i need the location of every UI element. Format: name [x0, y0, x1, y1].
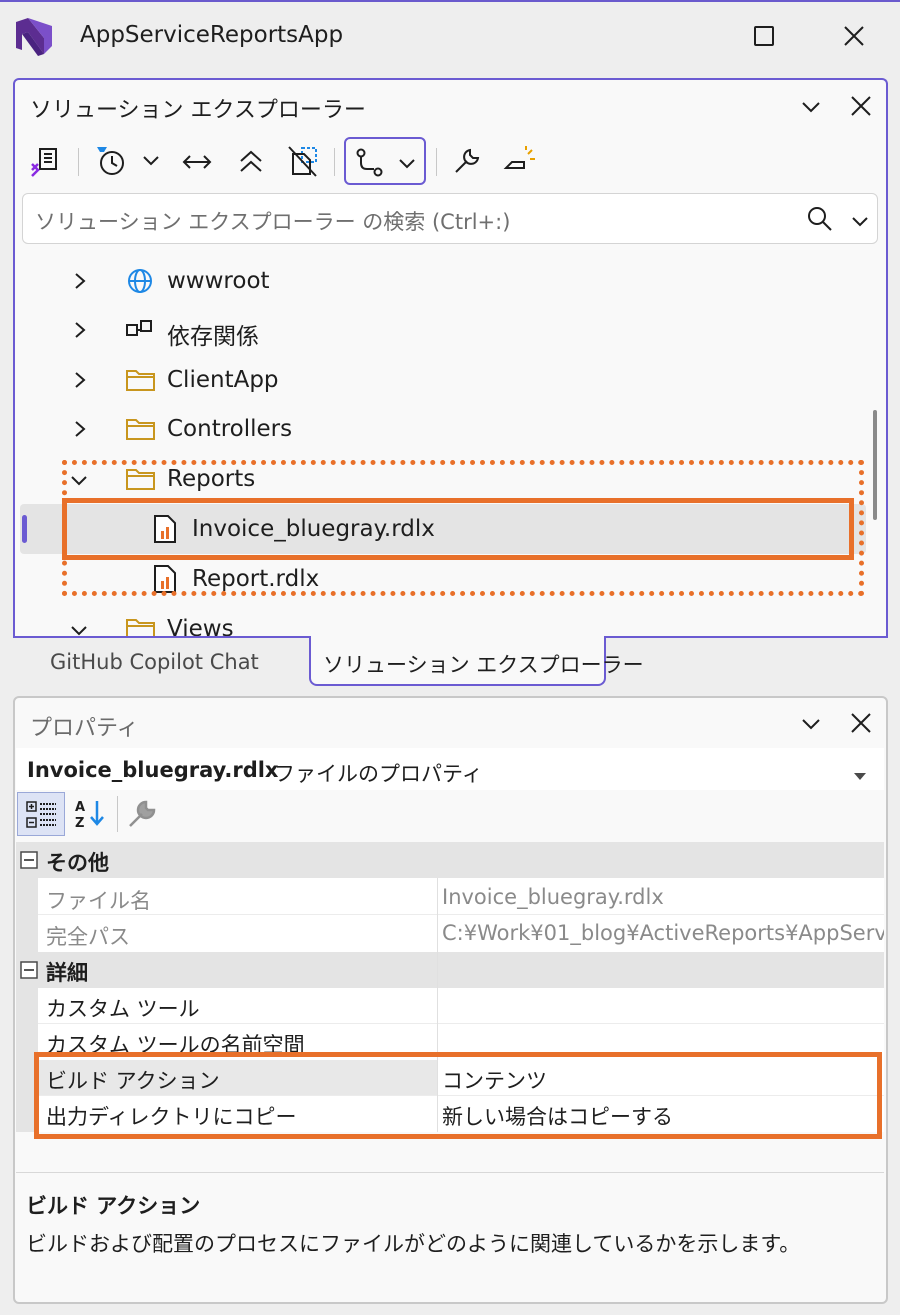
svg-text:A: A	[75, 800, 85, 815]
section-title: その他	[46, 851, 109, 875]
annotation-solid-highlight	[62, 498, 854, 560]
tab-solution-explorer[interactable]: ソリューション エクスプローラー	[309, 636, 644, 686]
tree-item-label: Controllers	[167, 416, 293, 442]
collapse-all-icon[interactable]	[232, 144, 270, 180]
preview-selected-items-icon[interactable]	[500, 142, 540, 180]
toolbar-separator	[78, 148, 79, 176]
pending-changes-filter-icon[interactable]	[92, 142, 130, 180]
tab-strip-top-border-right	[604, 636, 888, 638]
expand-chevron-icon[interactable]	[74, 321, 86, 343]
expand-chevron-icon[interactable]	[74, 272, 86, 294]
object-type: ファイルのプロパティ	[274, 762, 483, 786]
chevron-down-icon	[398, 155, 416, 174]
visual-studio-logo-icon	[12, 16, 56, 56]
folder-icon	[125, 416, 157, 446]
property-name: カスタム ツールの名前空間	[46, 1033, 305, 1054]
tree-item-label: 依存関係	[167, 324, 259, 350]
panel-close-button[interactable]	[845, 707, 877, 739]
collapse-box-icon[interactable]	[20, 851, 38, 873]
row-divider	[38, 914, 884, 915]
property-row-full-path[interactable]: 完全パス C:¥Work¥01_blog¥ActiveReports¥AppSe…	[16, 916, 884, 952]
toolbar-separator	[117, 796, 118, 832]
alphabetical-sort-icon[interactable]: A Z	[68, 794, 112, 834]
panel-options-chevron-icon[interactable]	[796, 92, 826, 122]
properties-wrench-icon[interactable]	[448, 142, 486, 180]
git-branch-dropdown-button[interactable]	[344, 137, 426, 185]
show-all-files-icon[interactable]	[284, 142, 324, 180]
title-bar: AppServiceReportsApp	[0, 2, 900, 72]
panel-options-chevron-icon[interactable]	[796, 709, 826, 739]
toolbar-separator	[436, 148, 437, 176]
tree-item-dependencies[interactable]: 依存関係	[14, 307, 886, 353]
search-placeholder: ソリューション エクスプローラー の検索 (Ctrl+:)	[35, 210, 511, 234]
tab-github-copilot-chat[interactable]: GitHub Copilot Chat	[50, 650, 259, 674]
tree-item-label: Views	[167, 616, 234, 636]
object-name: Invoice_bluegray.rdlx	[27, 758, 279, 782]
search-icon[interactable]	[807, 206, 833, 236]
tree-item-wwwroot[interactable]: wwwroot	[14, 258, 886, 304]
description-separator	[16, 1172, 884, 1173]
app-window: AppServiceReportsApp ソリューション エクスプローラー ソリ…	[0, 0, 900, 1315]
tree-item-controllers[interactable]: Controllers	[14, 406, 886, 452]
dropdown-arrow-icon	[854, 766, 866, 785]
property-row-file-name[interactable]: ファイル名 Invoice_bluegray.rdlx	[16, 880, 884, 916]
categorized-icon	[26, 800, 58, 834]
close-window-button[interactable]	[834, 18, 874, 54]
collapse-chevron-icon[interactable]	[70, 622, 88, 636]
expand-chevron-icon[interactable]	[74, 420, 86, 442]
window-title: AppServiceReportsApp	[80, 22, 344, 48]
panel-close-button[interactable]	[845, 90, 877, 122]
object-selector-dropdown[interactable]: Invoice_bluegray.rdlx ファイルのプロパティ	[16, 748, 884, 790]
folder-icon	[125, 367, 157, 397]
expand-chevron-icon[interactable]	[74, 371, 86, 393]
solution-explorer-search-input[interactable]: ソリューション エクスプローラー の検索 (Ctrl+:)	[22, 193, 878, 244]
globe-icon	[127, 268, 153, 298]
tree-item-views[interactable]: Views	[14, 606, 886, 636]
property-value: C:¥Work¥01_blog¥ActiveReports¥AppService…	[442, 921, 884, 945]
toolbar-separator	[334, 148, 335, 176]
description-text: ビルドおよび配置のプロセスにファイルがどのように関連しているかを示します。	[26, 1232, 801, 1256]
property-value: Invoice_bluegray.rdlx	[442, 885, 664, 909]
section-title: 詳細	[46, 961, 88, 985]
tab-strip-top-border-left	[13, 636, 311, 638]
svg-text:Z: Z	[75, 816, 84, 831]
tab-label: ソリューション エクスプローラー	[323, 653, 644, 677]
property-name: 完全パス	[46, 925, 130, 949]
tree-item-clientapp[interactable]: ClientApp	[14, 357, 886, 403]
property-row-custom-tool-namespace[interactable]: カスタム ツールの名前空間	[16, 1024, 884, 1054]
properties-title: プロパティ	[30, 716, 139, 741]
description-title: ビルド アクション	[26, 1194, 201, 1218]
sync-with-active-document-icon[interactable]	[178, 144, 216, 180]
git-branch-icon	[354, 147, 386, 179]
property-pages-wrench-icon[interactable]	[122, 794, 162, 834]
collapse-box-icon[interactable]	[20, 961, 38, 983]
property-name: カスタム ツール	[46, 997, 200, 1021]
property-row-custom-tool[interactable]: カスタム ツール	[16, 988, 884, 1024]
tree-item-label: wwwroot	[167, 268, 270, 294]
section-header-details[interactable]: 詳細	[16, 952, 884, 988]
dependencies-icon	[125, 317, 155, 345]
property-name: ファイル名	[46, 889, 151, 913]
section-header-other[interactable]: その他	[16, 842, 884, 878]
maximize-button[interactable]	[744, 18, 784, 54]
annotation-solid-highlight	[34, 1052, 882, 1139]
tree-item-label: ClientApp	[167, 367, 279, 393]
tree-clip: Views	[14, 606, 886, 636]
filter-dropdown-chevron-icon[interactable]	[138, 148, 164, 174]
solution-explorer-title: ソリューション エクスプローラー	[30, 98, 366, 123]
categorized-view-button[interactable]	[17, 792, 65, 836]
switch-views-icon[interactable]	[26, 142, 64, 180]
search-options-chevron-icon[interactable]	[851, 213, 869, 232]
folder-icon	[125, 616, 157, 636]
